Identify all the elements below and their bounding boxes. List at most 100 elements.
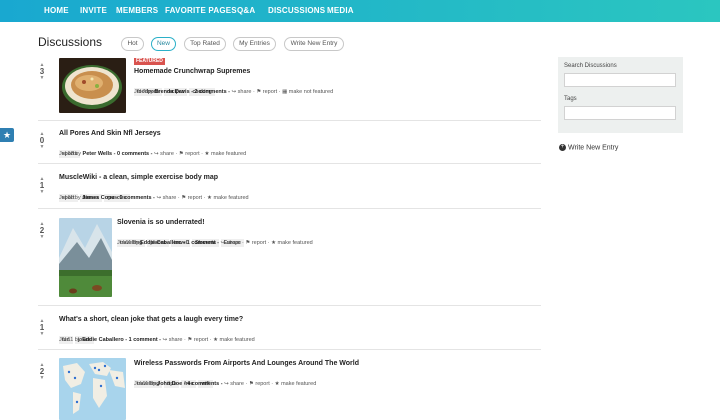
vote-control: ▲ 3 ▼ [38,63,46,81]
entry-meta: Jul 11 by John Doe - 4 comments - ↪ shar… [134,381,317,387]
discussion-entry: ▲ 0 ▼ All Pores And Skin Nfl Jerseys spo… [38,121,541,164]
entry-author[interactable]: Eddie Caballero [140,240,182,246]
search-input[interactable] [564,73,676,87]
nav-members[interactable]: MEMBERS [116,6,158,15]
comment-count[interactable]: - 2 comments - [191,89,230,95]
comment-count[interactable]: - 0 comments - [116,195,155,201]
entry-title[interactable]: Slovenia is so underrated! [117,219,205,226]
share-icon: ↪ [220,240,226,246]
comment-count[interactable]: - 1 comment - [183,240,219,246]
tags-input[interactable] [564,106,676,120]
filter-new[interactable]: New [151,37,176,51]
star-icon: ★ [271,240,277,246]
discussion-entry: ▲ 2 ▼ Slovenia is so underrated! travell… [38,209,541,306]
downvote-icon[interactable]: ▼ [38,190,46,195]
comment-count[interactable]: - 1 comment - [125,337,161,343]
entry-author[interactable]: James Cope [82,195,114,201]
report-link[interactable]: ⚑ report [249,381,270,387]
star-icon: ★ [204,151,210,157]
write-new-entry-link[interactable]: + Write New Entry [559,144,618,151]
entry-author[interactable]: John Doe [157,381,182,387]
thumbnail-image[interactable] [59,218,112,297]
downvote-icon[interactable]: ▼ [38,76,46,81]
share-link[interactable]: ↪ share [163,337,183,343]
star-icon: ★ [213,337,219,343]
nav-qa[interactable]: Q&A [237,6,255,15]
star-icon: ★ [274,381,280,387]
entry-title[interactable]: Homemade Crunchwrap Supremes [134,68,250,75]
feature-toggle-link[interactable]: ★ make featured [275,381,317,387]
vote-control: ▲ 0 ▼ [38,132,46,150]
downvote-icon[interactable]: ▼ [38,235,46,240]
vote-control: ▲ 2 ▼ [38,363,46,381]
entry-meta: Jul 11 by Eddie Caballero - 1 comment - … [59,337,255,343]
downvote-icon[interactable]: ▼ [38,376,46,381]
filter-write-new-entry[interactable]: Write New Entry [284,37,344,51]
nav-discussions[interactable]: DISCUSSIONS [268,6,325,15]
discussion-entry: ▲ 3 ▼ FEATURED Homemade Crunchwrap Supre… [38,57,541,121]
entry-date: Jul 11 by [134,381,158,387]
entry-author[interactable]: Peter Wells [83,151,113,157]
discussion-entry: ▲ 1 ▼ MuscleWiki - a clean, simple exerc… [38,164,541,209]
calendar-icon: ▦ [282,89,288,95]
nav-favorite-pages[interactable]: FAVORITE PAGES [165,6,237,15]
share-icon: ↪ [154,151,159,157]
page-title: Discussions [38,35,103,49]
comment-count[interactable]: - 4 comments - [184,381,223,387]
share-link[interactable]: ↪ share [156,195,176,201]
report-link[interactable]: ⚑ report [245,240,266,246]
share-icon: ↪ [156,195,162,201]
filter-hot[interactable]: Hot [121,37,144,51]
featured-badge: FEATURED [134,58,165,65]
entry-title[interactable]: What's a short, clean joke that gets a l… [59,316,243,323]
report-link[interactable]: ⚑ report [256,89,277,95]
entry-meta: Jul 13 by Peter Wells - 0 comments - ↪ s… [59,151,247,157]
comment-count[interactable]: - 0 comments - [114,151,153,157]
vote-control: ▲ 1 ▼ [38,177,46,195]
report-link[interactable]: ⚑ report [179,151,200,157]
entry-title[interactable]: Wireless Passwords From Airports And Lou… [134,360,359,367]
share-link[interactable]: ↪ share [154,151,174,157]
vote-control: ▲ 1 ▼ [38,319,46,337]
share-icon: ↪ [224,381,229,387]
plus-icon: + [559,144,566,151]
feature-toggle-link[interactable]: ▦ make not featured [282,89,333,95]
thumbnail-image[interactable] [59,358,126,420]
flag-icon: ⚑ [256,89,262,95]
nav-home[interactable]: HOME [44,6,69,15]
top-navigation: HOME INVITE MEMBERS FAVORITE PAGES Q&A D… [0,0,720,22]
discussion-entry: ▲ 1 ▼ What's a short, clean joke that ge… [38,306,541,350]
share-link[interactable]: ↪ share [224,381,244,387]
sidebar-panel: Search Discussions Tags [558,57,683,133]
discussion-entry: ▲ 2 ▼ Wireless Passwords From Airports A… [38,350,541,420]
downvote-icon[interactable]: ▼ [38,145,46,150]
report-link[interactable]: ⚑ report [187,337,208,343]
entry-author[interactable]: Brenda Davis [154,89,189,95]
flag-icon: ⚑ [248,381,254,387]
feature-toggle-link[interactable]: ★ make featured [271,240,313,246]
entry-date: Jul 11 by [117,240,141,246]
vote-control: ▲ 2 ▼ [38,222,46,240]
report-link[interactable]: ⚑ report [181,195,202,201]
nav-invite[interactable]: INVITE [80,6,107,15]
entry-author[interactable]: Eddie Caballero [82,337,124,343]
entry-date: Jul 11 by [59,195,83,201]
flag-icon: ⚑ [187,337,193,343]
entry-date: Jul 11 by [59,337,83,343]
downvote-icon[interactable]: ▼ [38,332,46,337]
feature-toggle-link[interactable]: ★ make featured [213,337,255,343]
share-link[interactable]: ↪ share [232,89,252,95]
entry-title[interactable]: MuscleWiki - a clean, simple exercise bo… [59,174,218,181]
share-link[interactable]: ↪ share [221,240,241,246]
entry-meta: Jul 7 by Brenda Davis - 2 comments - ↪ s… [134,89,334,95]
thumbnail-image[interactable] [59,58,126,113]
filter-my-entries[interactable]: My Entries [233,37,276,51]
nav-media[interactable]: MEDIA [327,6,354,15]
filter-top-rated[interactable]: Top Rated [184,37,226,51]
feature-toggle-link[interactable]: ★ make featured [205,151,247,157]
feature-toggle-link[interactable]: ★ make featured [207,195,249,201]
entry-title[interactable]: All Pores And Skin Nfl Jerseys [59,130,161,137]
search-label: Search Discussions [564,63,617,69]
star-icon[interactable]: ★ [0,128,14,142]
entry-date: Jul 13 by [59,151,83,157]
